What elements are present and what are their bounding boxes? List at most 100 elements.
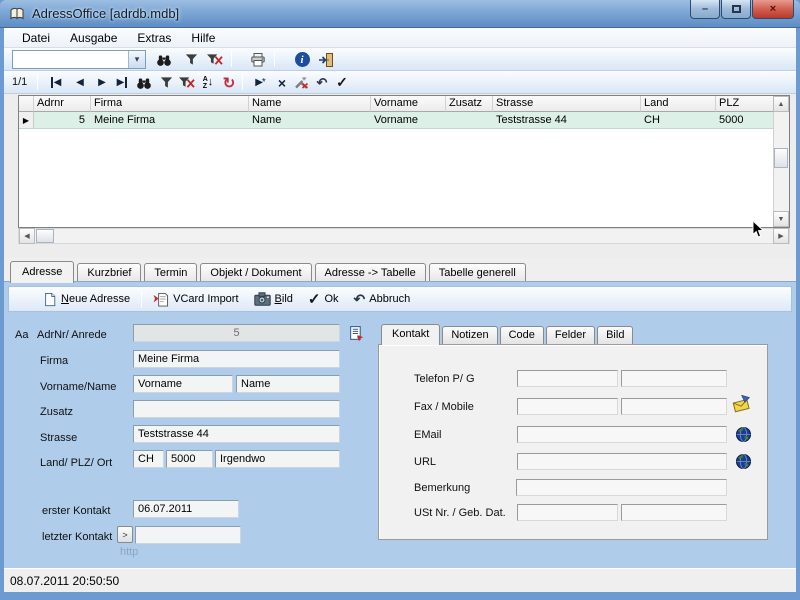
scroll-right-icon[interactable]: ▶ [773, 228, 789, 244]
next-record-button[interactable]: ▶ [92, 73, 112, 92]
bild-button[interactable]: Bild [250, 290, 297, 308]
tab-kontakt[interactable]: Kontakt [381, 324, 440, 345]
letzter-kontakt-field[interactable] [135, 526, 241, 544]
land-field[interactable] [133, 450, 164, 468]
tab-notizen[interactable]: Notizen [442, 326, 497, 344]
send-fax-button[interactable] [731, 393, 753, 415]
grid-header-name[interactable]: Name [249, 96, 371, 112]
plz-field[interactable] [166, 450, 213, 468]
name-field[interactable] [236, 375, 340, 393]
menu-extras[interactable]: Extras [127, 29, 181, 47]
previous-record-button[interactable]: ◀ [70, 73, 90, 92]
grid-filter-button[interactable] [156, 73, 176, 92]
tab-adresse[interactable]: Adresse [10, 261, 74, 283]
print-button[interactable] [248, 50, 268, 69]
grid-header-firma[interactable]: Firma [91, 96, 249, 112]
vcard-import-button[interactable]: VCard Import [149, 290, 242, 309]
record-counter: 1/1 [12, 76, 27, 88]
zusatz-field[interactable] [133, 400, 340, 418]
ust-nr-field[interactable] [517, 504, 618, 521]
last-record-button[interactable]: ▶ [112, 73, 132, 92]
info-button[interactable]: i [292, 50, 312, 69]
maximize-button[interactable] [721, 0, 751, 19]
telefon-p-field[interactable] [517, 370, 618, 387]
scroll-up-icon[interactable]: ▲ [773, 96, 789, 112]
grid-horizontal-scrollbar[interactable]: ◀ ▶ [18, 228, 790, 244]
scroll-down-icon[interactable]: ▼ [773, 211, 789, 227]
toolbar-separator [231, 51, 232, 67]
scrollbar-thumb[interactable] [36, 229, 54, 243]
camera-icon [254, 292, 271, 306]
grid-header-plz[interactable]: PLZ [716, 96, 774, 112]
vorname-field[interactable] [133, 375, 233, 393]
telefon-g-field[interactable] [621, 370, 727, 387]
filter-button[interactable] [181, 50, 201, 69]
grid-header-vorname[interactable]: Vorname [371, 96, 446, 112]
current-row-indicator-icon: ▶ [19, 112, 34, 128]
edit-tools-button[interactable] [292, 73, 312, 92]
url-field[interactable] [517, 453, 727, 470]
scrollbar-thumb[interactable] [774, 148, 788, 168]
firma-field[interactable] [133, 350, 340, 368]
tab-objekt-dokument[interactable]: Objekt / Dokument [200, 263, 311, 282]
vcard-import-label: VCard Import [173, 293, 238, 305]
post-button[interactable]: ✓ [332, 73, 352, 92]
kontakt-panel: Telefon P/ G Fax / Mobile EMail [378, 344, 768, 540]
title-bar[interactable]: AdressOffice [adrdb.mdb] – × [0, 0, 800, 28]
delete-icon: × [278, 75, 286, 91]
close-button[interactable]: × [752, 0, 794, 19]
envelope-icon [731, 394, 753, 414]
ort-field[interactable] [215, 450, 340, 468]
grid-find-button[interactable] [134, 73, 154, 92]
tab-felder[interactable]: Felder [546, 326, 595, 344]
undo-button[interactable]: ↶ [312, 73, 332, 92]
cell-plz: 5000 [716, 112, 774, 128]
action-bar: Neue Adresse VCard Import [8, 286, 792, 312]
scroll-left-icon[interactable]: ◀ [19, 228, 35, 244]
menu-datei[interactable]: Datei [12, 29, 60, 47]
table-row[interactable]: ▶ 5 Meine Firma Name Vorname Teststrasse… [19, 112, 789, 129]
mobile-field[interactable] [621, 398, 727, 415]
letzter-kontakt-expand-button[interactable]: > [117, 526, 133, 543]
grid-header-zusatz[interactable]: Zusatz [446, 96, 493, 112]
open-email-button[interactable] [732, 423, 754, 445]
delete-record-button[interactable]: × [272, 73, 292, 92]
first-record-button[interactable]: ◀ [46, 73, 66, 92]
geb-dat-field[interactable] [621, 504, 727, 521]
erster-kontakt-field[interactable] [133, 500, 239, 518]
open-url-button[interactable] [732, 450, 754, 472]
minimize-button[interactable]: – [690, 0, 720, 19]
abbruch-button[interactable]: ↶ Abbruch [350, 289, 415, 310]
tab-kurzbrief[interactable]: Kurzbrief [77, 263, 141, 282]
find-button[interactable] [154, 50, 174, 69]
status-datetime: 08.07.2011 20:50:50 [10, 574, 119, 588]
tab-code[interactable]: Code [500, 326, 544, 344]
grid-header-adrnr[interactable]: Adrnr [34, 96, 91, 112]
refresh-button[interactable]: ↻ [219, 73, 239, 92]
grid-header-land[interactable]: Land [641, 96, 716, 112]
tab-tabelle-generell[interactable]: Tabelle generell [429, 263, 526, 282]
binoculars-icon [136, 75, 152, 91]
grid-vertical-scrollbar[interactable]: ▲ ▼ [773, 96, 789, 227]
toolbar-separator [242, 74, 243, 90]
tab-termin[interactable]: Termin [144, 263, 197, 282]
sort-button[interactable]: AZ ↓ [198, 73, 218, 92]
ok-button[interactable]: ✓ Ok [304, 288, 343, 310]
email-field[interactable] [517, 426, 727, 443]
tab-bild[interactable]: Bild [597, 326, 633, 344]
bemerkung-field[interactable] [516, 479, 727, 496]
filter-remove-button[interactable] [204, 50, 224, 69]
tab-adresse-tabelle[interactable]: Adresse -> Tabelle [315, 263, 426, 282]
copy-record-button[interactable] [345, 322, 367, 344]
grid-header-strasse[interactable]: Strasse [493, 96, 641, 112]
new-record-button[interactable]: ▶* [250, 73, 270, 92]
strasse-field[interactable] [133, 425, 340, 443]
menu-ausgabe[interactable]: Ausgabe [60, 29, 127, 47]
search-combobox[interactable]: ▾ [12, 50, 146, 69]
exit-button[interactable] [316, 50, 336, 69]
chevron-down-icon[interactable]: ▾ [128, 51, 145, 68]
neue-adresse-button[interactable]: Neue Adresse [39, 290, 134, 309]
menu-hilfe[interactable]: Hilfe [181, 29, 225, 47]
fax-field[interactable] [517, 398, 618, 415]
grid-filter-remove-button[interactable] [176, 73, 196, 92]
